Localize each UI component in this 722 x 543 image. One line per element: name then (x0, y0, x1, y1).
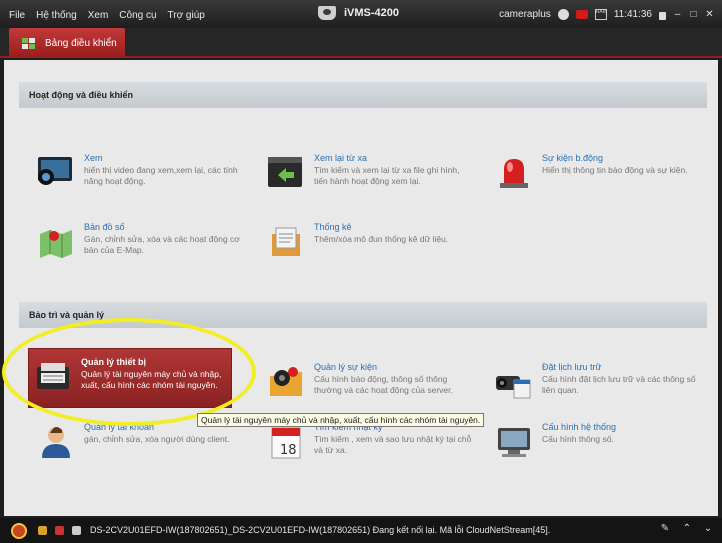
item-desc: gán, chỉnh sửa, xóa người dùng client. (84, 434, 230, 444)
tab-label: Bảng điều khiển (45, 37, 117, 49)
section-maintenance: Bảo trì và quản lý (19, 302, 707, 328)
event-management-icon (270, 367, 302, 396)
maximize-icon[interactable]: □ (689, 10, 698, 20)
item-title: Bản đồ số (84, 222, 125, 232)
item-storage-schedule[interactable]: Đặt lịch lưu trữ Cấu hình đặt lịch lưu t… (490, 362, 700, 412)
item-title: Xem (84, 153, 103, 163)
item-desc: Tìm kiếm và xem lại từ xa file ghi hình,… (314, 165, 460, 186)
item-desc: Thêm/xóa mô đun thống kê dữ liệu. (314, 234, 449, 244)
menu-bar: File Hệ thống Xem Công cụ Trợ giúp iVMS-… (0, 0, 722, 30)
storage-schedule-icon (496, 376, 531, 399)
item-desc: Gán, chỉnh sửa, xóa và các hoạt động cơ … (84, 234, 240, 255)
item-title: Quản lý sự kiện (314, 362, 378, 372)
menu-system[interactable]: Hệ thống (36, 10, 77, 21)
control-panel-icon (22, 37, 35, 49)
menu-tools[interactable]: Công cụ (119, 10, 156, 21)
pin-icon[interactable]: ✎ (660, 524, 670, 534)
item-account-management[interactable]: Quản lý tài khoản gán, chỉnh sửa, xóa ng… (32, 422, 242, 472)
status-tray: cameraplus RAM 11:41:36 – □ ✕ (499, 9, 714, 20)
item-desc: Tìm kiếm , xem và sao lưu nhật ký tại ch… (314, 434, 472, 455)
tooltip: Quản lý tài nguyên máy chủ và nhập, xuất… (197, 413, 485, 427)
item-alarm-event[interactable]: Sự kiện b.động Hiển thị thông tin báo độ… (490, 153, 700, 203)
app-title-area: iVMS-4200 (318, 6, 399, 20)
status-message: DS-2CV2U01EFD-IW(187802651)_DS-2CV2U01EF… (90, 525, 551, 535)
item-title: Quản lý tài khoản (84, 422, 155, 432)
lock-icon[interactable] (659, 12, 666, 20)
item-title: Cấu hình hệ thống (542, 422, 617, 432)
svg-text:18: 18 (280, 443, 297, 458)
ram-icon: RAM (594, 9, 607, 20)
sound-icon[interactable] (72, 526, 81, 535)
section-operation: Hoạt động và điều khiển (19, 82, 707, 108)
camera-logo-icon (318, 6, 336, 20)
item-title: Xem lại từ xa (314, 153, 368, 163)
item-desc: hiển thị video đang xem,xem lại, các tín… (84, 165, 238, 186)
item-desc: Quản lý tài nguyên máy chủ và nhập, xuất… (81, 369, 222, 390)
item-title: Đặt lịch lưu trữ (542, 362, 602, 372)
tab-control-panel[interactable]: Bảng điều khiển (9, 28, 125, 58)
username[interactable]: cameraplus (499, 9, 551, 20)
item-device-management[interactable]: Quản lý thiết bị Quản lý tài nguyên máy … (28, 348, 232, 408)
map-icon (40, 230, 72, 258)
live-view-icon (38, 157, 72, 185)
item-desc: Cấu hình thông số. (542, 434, 614, 444)
item-title: Quản lý thiết bị (81, 357, 147, 367)
warning-icon[interactable] (11, 523, 27, 539)
item-title: Thống kê (314, 222, 352, 232)
log-calendar-icon: 18 (271, 427, 301, 459)
statistics-icon (272, 227, 300, 256)
user-status-icon[interactable] (557, 9, 569, 20)
main-menu: File Hệ thống Xem Công cụ Trợ giúp (9, 10, 216, 21)
item-desc: Hiển thị thông tin báo động và sự kiện. (542, 165, 688, 175)
item-view[interactable]: Xem hiển thị video đang xem,xem lại, các… (32, 153, 242, 203)
expand-icon[interactable]: ⌄ (703, 524, 713, 534)
close-icon[interactable]: ✕ (705, 10, 714, 20)
alarm-icon[interactable] (575, 10, 588, 19)
item-remote-playback[interactable]: Xem lại từ xa Tìm kiếm và xem lại từ xa … (262, 153, 472, 203)
user-account-icon (42, 427, 70, 458)
clock: 11:41:36 (613, 9, 652, 20)
item-event-management[interactable]: Quản lý sự kiện Cấu hình báo động, thông… (262, 362, 472, 412)
status-icons (38, 526, 81, 535)
item-title: Sự kiện b.động (542, 153, 604, 163)
system-config-icon (498, 428, 530, 457)
collapse-icon[interactable]: ⌃ (682, 524, 692, 534)
ivms-window: File Hệ thống Xem Công cụ Trợ giúp iVMS-… (0, 0, 722, 543)
item-desc: Cấu hình đặt lịch lưu trữ và các thông s… (542, 374, 696, 395)
item-emap[interactable]: Bản đồ số Gán, chỉnh sửa, xóa và các hoạ… (32, 222, 242, 272)
device-management-icon (37, 363, 69, 389)
menu-file[interactable]: File (9, 10, 25, 21)
tab-strip: Bảng điều khiển (0, 28, 722, 58)
item-log-search[interactable]: 18 Tìm kiếm nhật ký Tìm kiếm , xem và sa… (262, 422, 472, 472)
item-desc: Cấu hình báo động, thông số thông thường… (314, 374, 453, 395)
minimize-icon[interactable]: – (673, 10, 682, 20)
control-panel-content: Hoạt động và điều khiển Xem hiển thị vid… (4, 60, 718, 516)
app-title: iVMS-4200 (344, 7, 400, 19)
siren-icon (500, 159, 528, 188)
item-system-config[interactable]: Cấu hình hệ thống Cấu hình thông số. (490, 422, 700, 472)
alert-icon[interactable] (38, 526, 47, 535)
menu-help[interactable]: Trợ giúp (168, 10, 205, 21)
item-statistics[interactable]: Thống kê Thêm/xóa mô đun thống kê dữ liệ… (262, 222, 472, 272)
menu-view[interactable]: Xem (88, 10, 109, 21)
playback-icon (268, 157, 302, 187)
status-bar: DS-2CV2U01EFD-IW(187802651)_DS-2CV2U01EF… (0, 518, 722, 543)
record-icon[interactable] (55, 526, 64, 535)
